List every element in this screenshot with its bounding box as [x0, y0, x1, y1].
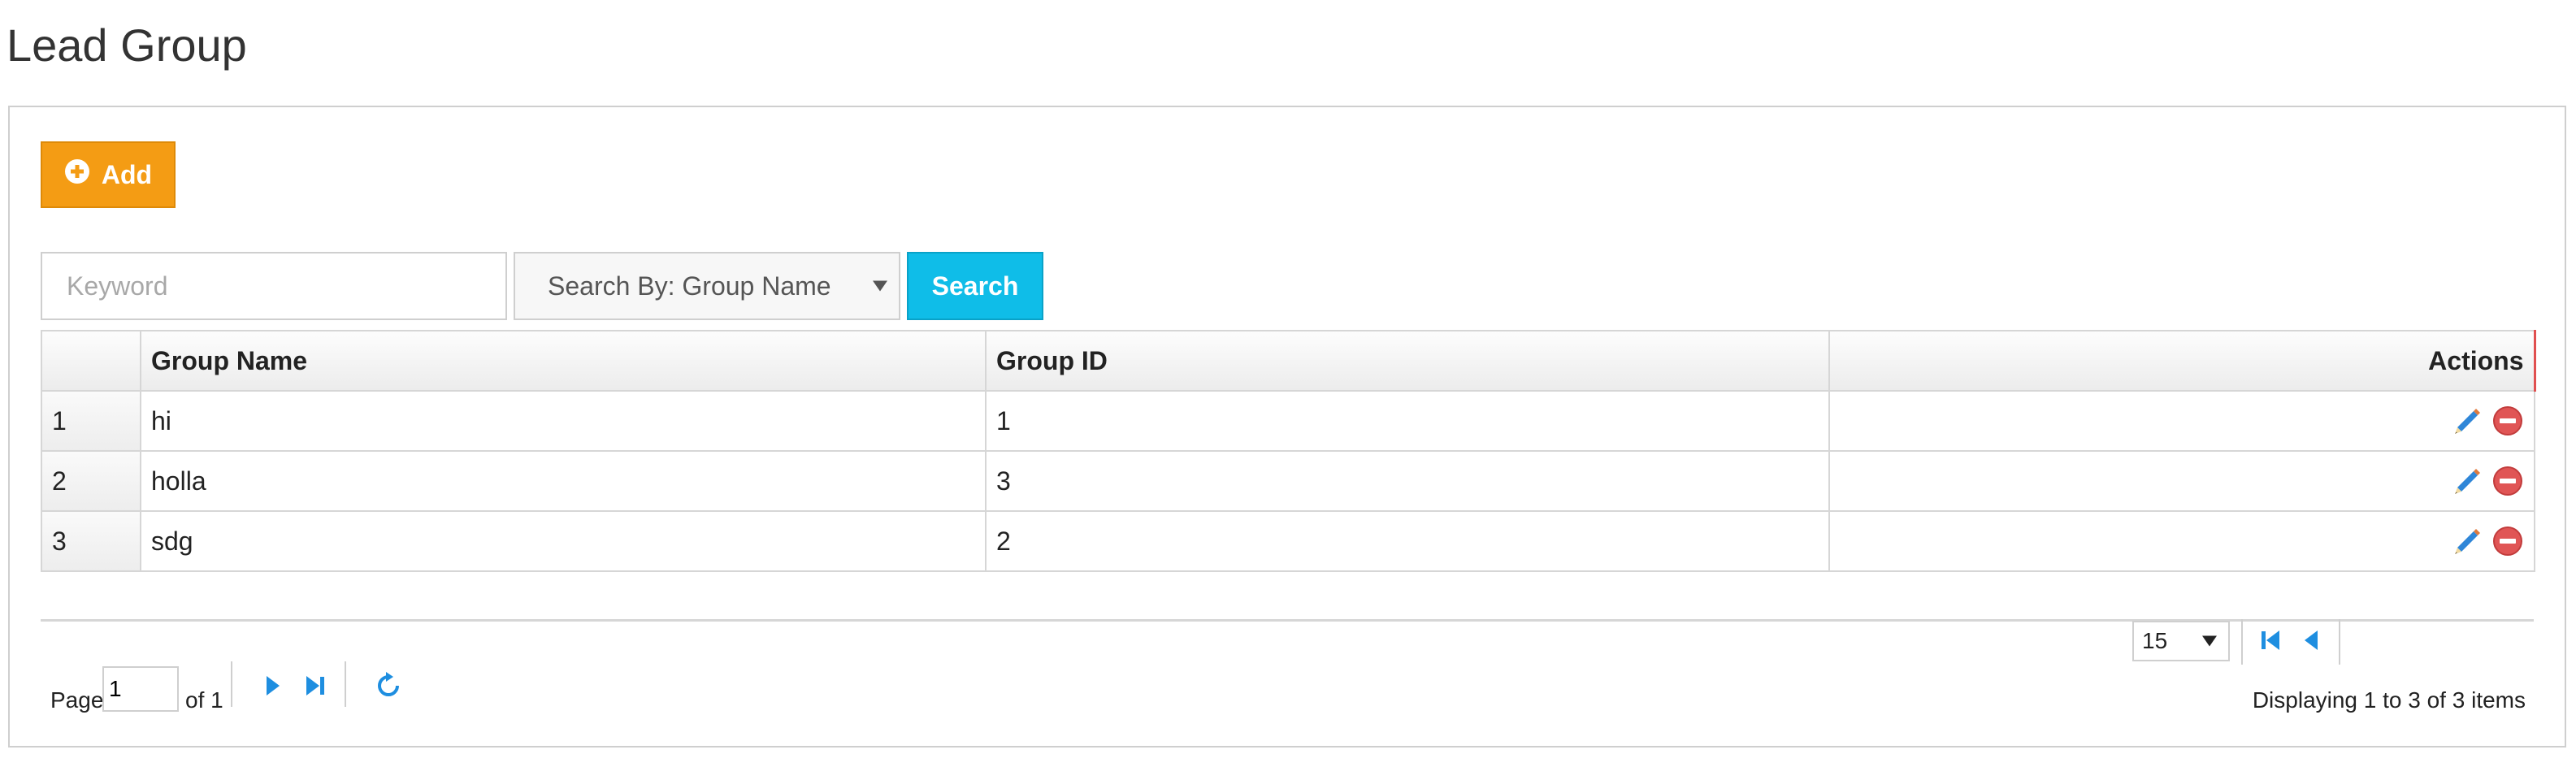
- table-row[interactable]: 2 holla 3: [41, 450, 2535, 512]
- next-page-icon: [257, 670, 289, 702]
- prev-page-icon: [2295, 624, 2327, 656]
- displaying-count: Displaying 1 to 3 of 3 items: [2252, 687, 2526, 713]
- actions-cell: [1828, 510, 2535, 572]
- minus-circle-icon[interactable]: [2491, 465, 2524, 497]
- header-group-name[interactable]: Group Name: [140, 330, 987, 392]
- search-by-select[interactable]: Search By: Group Name: [514, 252, 900, 320]
- lead-group-table: Group Name Group ID Actions 1 hi 1 2 hol: [41, 330, 2536, 572]
- prev-page-button[interactable]: [2295, 624, 2327, 656]
- group-id-cell: 3: [985, 450, 1830, 512]
- group-id-cell: 1: [985, 390, 1830, 452]
- refresh-button[interactable]: [372, 670, 405, 702]
- add-button[interactable]: Add: [41, 141, 176, 208]
- pencil-icon[interactable]: [2451, 525, 2483, 557]
- row-number: 2: [41, 450, 141, 512]
- page-size-select[interactable]: 15: [2132, 621, 2230, 661]
- group-name-cell: holla: [140, 450, 987, 512]
- plus-circle-icon: [64, 158, 90, 191]
- page-size-value: 15: [2142, 628, 2168, 653]
- pager-separator: [231, 661, 232, 707]
- row-number: 3: [41, 510, 141, 572]
- minus-circle-icon[interactable]: [2491, 405, 2524, 437]
- table-header-row: Group Name Group ID Actions: [41, 330, 2536, 392]
- page-count-label: of 1: [185, 687, 223, 713]
- table-row[interactable]: 3 sdg 2: [41, 510, 2535, 572]
- last-page-button[interactable]: [299, 670, 332, 702]
- actions-cell: [1828, 390, 2535, 452]
- group-name-cell: sdg: [140, 510, 987, 572]
- minus-circle-icon[interactable]: [2491, 525, 2524, 557]
- first-page-icon: [2254, 624, 2287, 656]
- group-id-cell: 2: [985, 510, 1830, 572]
- next-page-button[interactable]: [257, 670, 289, 702]
- page-label: Page: [50, 687, 104, 713]
- header-row-number: [41, 330, 141, 392]
- lead-group-panel: Add Search By: Group Name Search Group N…: [8, 106, 2566, 748]
- pager-separator: [2241, 619, 2243, 665]
- first-page-button[interactable]: [2254, 624, 2287, 656]
- refresh-icon: [372, 670, 405, 702]
- last-page-icon: [299, 670, 332, 702]
- caret-down-icon: [873, 280, 887, 292]
- actions-cell: [1828, 450, 2535, 512]
- header-actions: Actions: [1828, 330, 2536, 392]
- page-title: Lead Group: [7, 20, 247, 71]
- caret-down-icon: [2202, 635, 2217, 647]
- pager-separator: [345, 661, 346, 707]
- add-button-label: Add: [101, 159, 153, 189]
- current-page-input[interactable]: [102, 666, 179, 712]
- keyword-input[interactable]: [41, 252, 507, 320]
- table-row[interactable]: 1 hi 1: [41, 390, 2535, 452]
- row-number: 1: [41, 390, 141, 452]
- pencil-icon[interactable]: [2451, 465, 2483, 497]
- pager-separator: [2339, 619, 2340, 665]
- pencil-icon[interactable]: [2451, 405, 2483, 437]
- search-by-label: Search By: Group Name: [548, 271, 831, 301]
- header-group-id[interactable]: Group ID: [985, 330, 1830, 392]
- search-button[interactable]: Search: [907, 252, 1043, 320]
- group-name-cell: hi: [140, 390, 987, 452]
